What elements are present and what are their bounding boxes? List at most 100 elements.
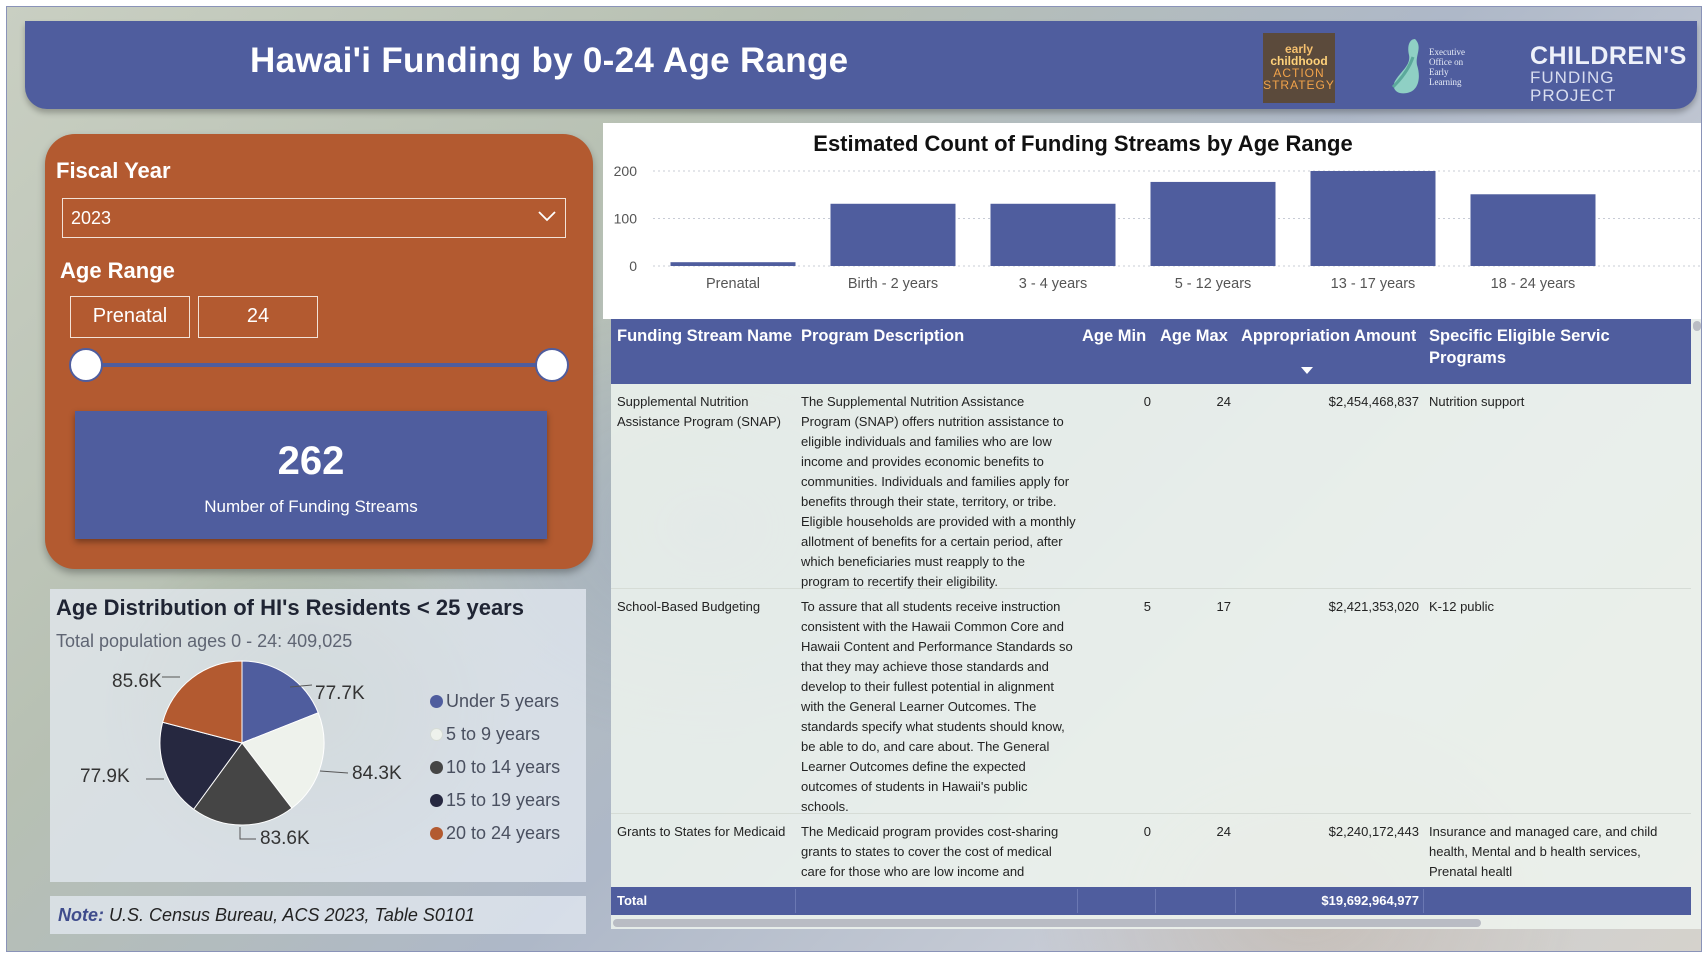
- cell-funding-stream-name: Supplemental Nutrition Assistance Progra…: [617, 394, 781, 429]
- age-distribution-subtitle: Total population ages 0 - 24: 409,025: [56, 631, 353, 651]
- kpi-label: Number of Funding Streams: [204, 497, 418, 516]
- note-label: Note:: [58, 905, 104, 925]
- column-header-funding-stream-name[interactable]: Funding Stream Name: [617, 325, 792, 347]
- legend-swatch: [430, 794, 443, 807]
- table-row[interactable]: School-Based Budgeting To assure that al…: [611, 589, 1691, 814]
- legend-item[interactable]: Under 5 years: [430, 691, 559, 712]
- table-row[interactable]: Supplemental Nutrition Assistance Progra…: [611, 384, 1691, 589]
- column-header-program-description[interactable]: Program Description: [801, 325, 964, 347]
- bar[interactable]: [1150, 181, 1276, 266]
- legend-label: Under 5 years: [446, 691, 560, 711]
- y-tick-label: 200: [614, 163, 638, 179]
- y-tick-label: 0: [629, 258, 637, 274]
- leader-line: [239, 827, 256, 840]
- pie-data-label: 77.9K: [80, 766, 130, 787]
- age-range-min-input[interactable]: Prenatal: [70, 296, 190, 338]
- fiscal-year-label: Fiscal Year: [56, 158, 171, 183]
- legend-item[interactable]: 5 to 9 years: [430, 724, 540, 745]
- column-header-line: Specific Eligible Servic: [1429, 327, 1610, 345]
- table-header: Funding Stream Name Program Description …: [611, 319, 1691, 384]
- age-distribution-title: Age Distribution of HI's Residents < 25 …: [56, 595, 524, 620]
- legend-label: 5 to 9 years: [446, 724, 541, 744]
- column-header-specific-eligible-services[interactable]: Specific Eligible Servic Programs: [1429, 325, 1691, 369]
- bar-chart-title: Estimated Count of Funding Streams by Ag…: [813, 131, 1353, 156]
- bar[interactable]: [1470, 194, 1596, 266]
- header-banner: Hawai'i Funding by 0-24 Age Range early …: [25, 21, 1697, 109]
- logo-text: Learning: [1429, 77, 1462, 87]
- x-tick-label: 5 - 12 years: [1175, 276, 1252, 292]
- y-tick-label: 100: [614, 211, 638, 227]
- age-range-slider-min-handle[interactable]: [69, 348, 103, 382]
- logo-text: Executive: [1429, 47, 1465, 57]
- logo-text: Early: [1429, 67, 1449, 77]
- legend-swatch: [430, 761, 443, 774]
- legend-item[interactable]: 10 to 14 years: [430, 757, 560, 778]
- bar[interactable]: [670, 262, 796, 266]
- cell-appropriation-amount: $2,421,353,020: [1328, 599, 1419, 614]
- chevron-down-icon: [538, 211, 556, 222]
- legend-label: 15 to 19 years: [446, 790, 561, 810]
- age-range-max-input[interactable]: 24: [198, 296, 318, 338]
- table-row[interactable]: Grants to States for Medicaid The Medica…: [611, 814, 1691, 887]
- age-distribution-card: Age Distribution of HI's Residents < 25 …: [50, 589, 586, 882]
- cell-appropriation-amount: $2,240,172,443: [1328, 824, 1419, 839]
- table-vertical-scrollbar[interactable]: [1693, 321, 1701, 331]
- x-tick-label: 3 - 4 years: [1019, 276, 1088, 292]
- table-horizontal-scrollbar[interactable]: [613, 919, 1481, 927]
- childrens-funding-project-logo: CHILDREN'S FUNDING PROJECT: [1530, 43, 1697, 105]
- cell-funding-stream-name: Grants to States for Medicaid: [617, 824, 786, 839]
- early-childhood-action-strategy-logo: early childhood ACTION STRATEGY: [1263, 33, 1335, 103]
- legend-item[interactable]: 15 to 19 years: [430, 790, 560, 811]
- cell-age-min: 0: [1143, 394, 1151, 409]
- pie-data-label: 84.3K: [352, 763, 402, 784]
- sort-descending-icon[interactable]: [1301, 367, 1313, 375]
- age-range-slider-track[interactable]: [87, 363, 551, 367]
- leader-line: [319, 770, 349, 774]
- pie-data-label: 85.6K: [112, 671, 162, 692]
- column-header-line: Programs: [1429, 349, 1507, 367]
- legend-swatch: [430, 695, 443, 708]
- logo-text: FUNDING PROJECT: [1530, 68, 1617, 105]
- total-label: Total: [617, 893, 648, 908]
- column-header-age-max[interactable]: Age Max: [1160, 325, 1228, 347]
- legend-label: 10 to 14 years: [446, 757, 561, 777]
- funding-streams-kpi-card: 262 Number of Funding Streams: [75, 411, 547, 539]
- fiscal-year-value: 2023: [71, 208, 112, 228]
- x-tick-label: Birth - 2 years: [848, 276, 938, 292]
- cell-funding-stream-name: School-Based Budgeting: [617, 599, 761, 614]
- x-tick-label: 18 - 24 years: [1491, 276, 1576, 292]
- logo-text: Office on: [1429, 57, 1464, 67]
- legend-item[interactable]: 20 to 24 years: [430, 823, 560, 844]
- cell-age-min: 5: [1143, 599, 1151, 614]
- logo-text: CHILDREN'S: [1530, 42, 1687, 70]
- funding-streams-table: Funding Stream Name Program Description …: [611, 319, 1701, 929]
- legend-label: 20 to 24 years: [446, 823, 561, 843]
- table-total-row: Total $19,692,964,977: [611, 887, 1691, 915]
- pie-data-label: 77.7K: [315, 683, 365, 704]
- age-range-label: Age Range: [60, 258, 175, 283]
- executive-office-early-learning-logo: Executive Office on Early Learning: [1387, 35, 1477, 101]
- cell-eligible-services: Nutrition support: [1429, 394, 1525, 409]
- column-header-appropriation-amount[interactable]: Appropriation Amount: [1241, 325, 1416, 347]
- bar[interactable]: [1310, 171, 1436, 266]
- bar[interactable]: [830, 203, 956, 266]
- note-text: U.S. Census Bureau, ACS 2023, Table S010…: [109, 905, 475, 925]
- pie-data-label: 83.6K: [260, 828, 310, 849]
- age-pie-chart: 77.7K 84.3K 83.6K 77.9K 85.6K: [80, 660, 402, 849]
- cell-age-min: 0: [1143, 824, 1151, 839]
- cell-eligible-services: K-12 public: [1429, 599, 1495, 614]
- x-tick-label: Prenatal: [706, 276, 760, 292]
- total-amount: $19,692,964,977: [1321, 893, 1419, 908]
- age-range-slider-max-handle[interactable]: [535, 348, 569, 382]
- bar[interactable]: [990, 203, 1116, 266]
- cell-eligible-services: Insurance and managed care, and child he…: [1429, 824, 1658, 879]
- bar-chart: 0 100 200 Prenatal Birth - 2 years 3 - 4 year…: [614, 163, 1701, 292]
- legend-swatch: [430, 827, 443, 840]
- cell-appropriation-amount: $2,454,468,837: [1328, 394, 1419, 409]
- cell-program-description: The Supplemental Nutrition Assistance Pr…: [801, 394, 1076, 589]
- fiscal-year-dropdown[interactable]: 2023: [62, 198, 566, 238]
- kpi-value: 262: [277, 439, 345, 483]
- cell-age-max: 24: [1216, 824, 1231, 839]
- column-header-age-min[interactable]: Age Min: [1082, 325, 1146, 347]
- page-title: Hawai'i Funding by 0-24 Age Range: [250, 41, 849, 80]
